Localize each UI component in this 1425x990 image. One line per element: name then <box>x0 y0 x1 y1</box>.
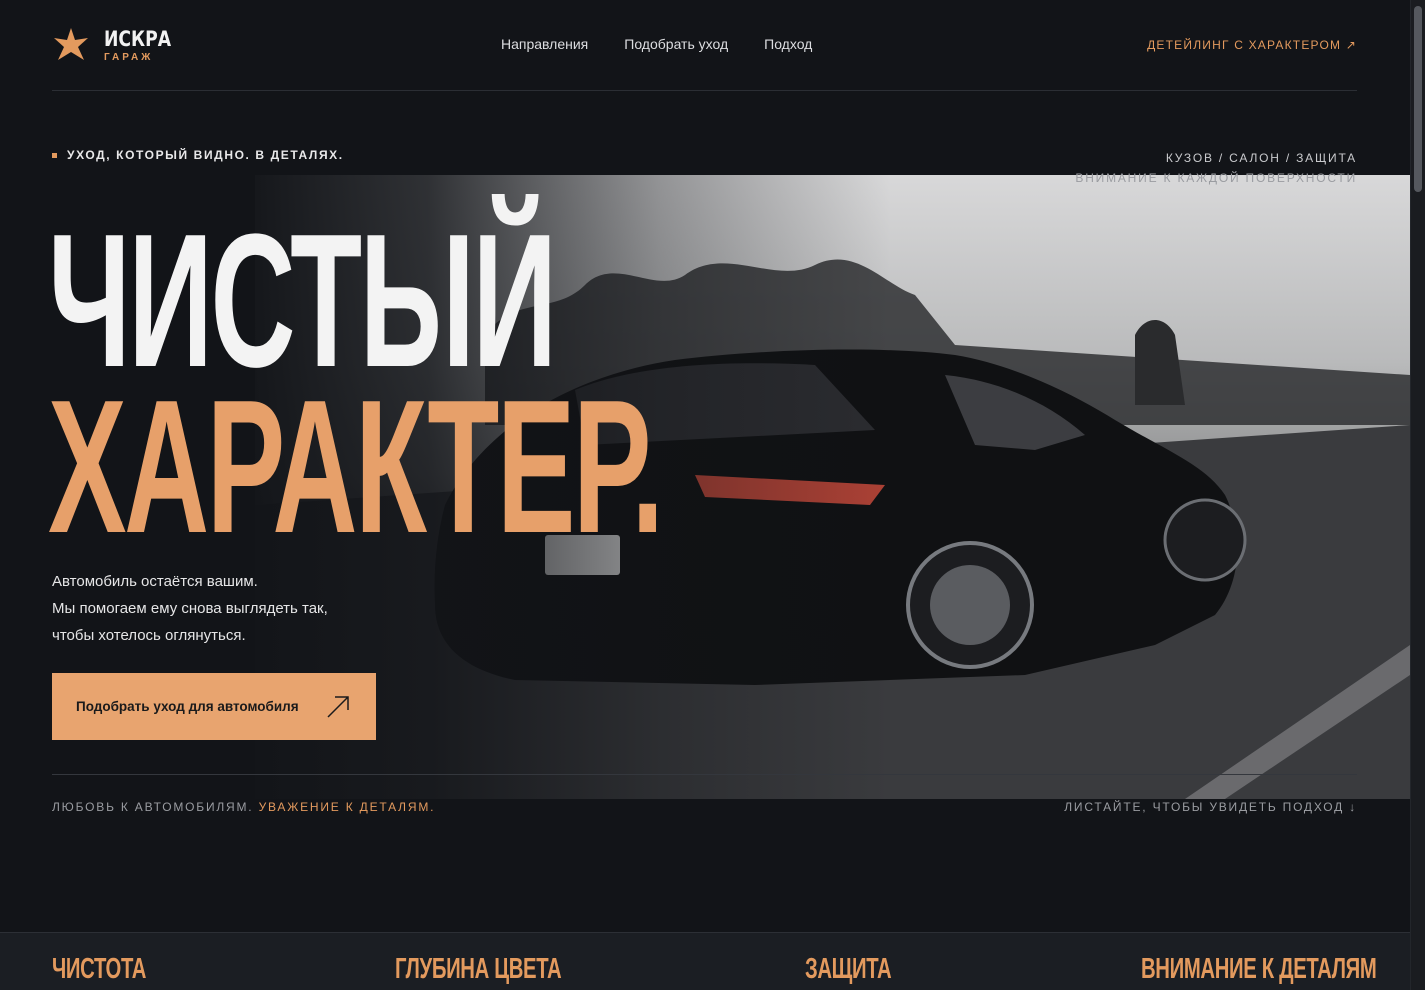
hero-meta: КУЗОВ / САЛОН / ЗАЩИТА ВНИМАНИЕ К КАЖДОЙ… <box>1075 148 1357 188</box>
hero-meta-services: КУЗОВ / САЛОН / ЗАЩИТА <box>1165 151 1357 165</box>
hero-meta-tagline: ВНИМАНИЕ К КАЖДОЙ ПОВЕРХНОСТИ <box>1075 171 1357 185</box>
feature-color-depth: ГЛУБИНА ЦВЕТА <box>395 953 562 985</box>
hero-lead: Автомобиль остаётся вашим. Мы помогаем е… <box>52 568 328 649</box>
select-care-button-label: Подобрать уход для автомобиля <box>76 699 299 714</box>
star-icon <box>54 28 88 60</box>
divider <box>52 774 1357 775</box>
main-nav: Направления Подобрать уход Подход <box>501 36 812 52</box>
select-care-button[interactable]: Подобрать уход для автомобиля <box>52 673 376 740</box>
feature-protection: ЗАЩИТА <box>805 953 892 985</box>
scrollbar-thumb[interactable] <box>1414 6 1422 192</box>
feature-cleanliness: ЧИСТОТА <box>52 953 147 985</box>
site-header: ИСКРА ГАРАЖ Направления Подобрать уход П… <box>52 0 1357 91</box>
hero-slogan-plain: ЛЮБОВЬ К АВТОМОБИЛЯМ. <box>52 800 259 814</box>
nav-item-directions[interactable]: Направления <box>501 36 588 52</box>
header-cta-link[interactable]: ДЕТЕЙЛИНГ С ХАРАКТЕРОМ ↗ <box>1147 38 1357 52</box>
nav-item-approach[interactable]: Подход <box>764 36 812 52</box>
hero-lead-line: Автомобиль остаётся вашим. <box>52 573 258 590</box>
feature-attention-to-detail: ВНИМАНИЕ К ДЕТАЛЯМ <box>1141 953 1377 985</box>
hero-eyebrow: УХОД, КОТОРЫЙ ВИДНО. В ДЕТАЛЯХ. <box>52 148 344 162</box>
logo[interactable]: ИСКРА ГАРАЖ <box>52 26 186 64</box>
hero-title-line1: ЧИСТЫЙ <box>48 195 557 407</box>
brand-subtitle: ГАРАЖ <box>104 51 154 63</box>
square-bullet-icon <box>52 152 57 158</box>
hero-lead-line: Мы помогаем ему снова выглядеть так, <box>52 600 328 617</box>
hero-title-line2: ХАРАКТЕР. <box>48 361 664 573</box>
scrollbar[interactable] <box>1410 0 1425 990</box>
hero-eyebrow-text: УХОД, КОТОРЫЙ ВИДНО. В ДЕТАЛЯХ. <box>67 148 344 162</box>
brand-name: ИСКРА <box>104 26 172 51</box>
arrow-up-right-icon <box>327 695 349 718</box>
hero-slogan: ЛЮБОВЬ К АВТОМОБИЛЯМ. УВАЖЕНИЕ К ДЕТАЛЯМ… <box>52 800 435 814</box>
hero-lead-line: чтобы хотелось оглянуться. <box>52 627 246 644</box>
features-band: ЧИСТОТА ГЛУБИНА ЦВЕТА ЗАЩИТА ВНИМАНИЕ К … <box>0 932 1410 990</box>
scroll-hint[interactable]: ЛИСТАЙТЕ, ЧТОБЫ УВИДЕТЬ ПОДХОД ↓ <box>1064 800 1357 814</box>
nav-item-select-care[interactable]: Подобрать уход <box>624 36 728 52</box>
hero-slogan-accent: УВАЖЕНИЕ К ДЕТАЛЯМ. <box>258 800 436 814</box>
hero-title: ЧИСТЫЙ ХАРАКТЕР. <box>48 195 664 573</box>
landing-page: ИСКРА ГАРАЖ Направления Подобрать уход П… <box>0 0 1425 990</box>
